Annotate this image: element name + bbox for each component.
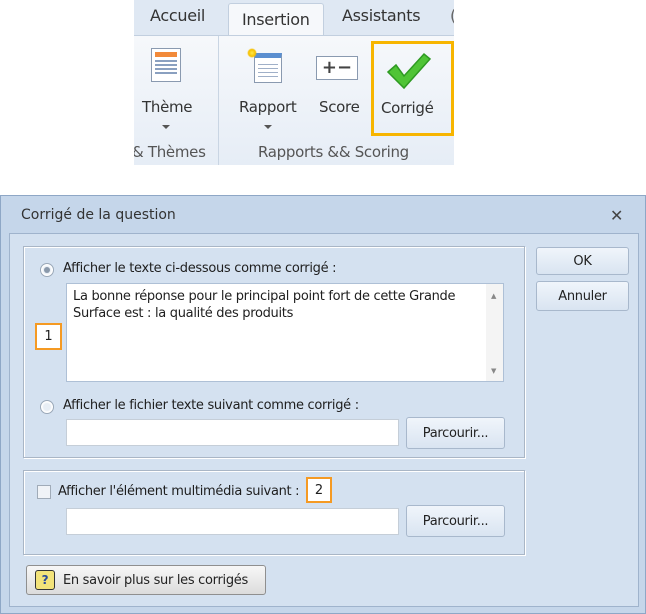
help-button-label: En savoir plus sur les corrigés	[63, 572, 248, 588]
corrige-dialog: Corrigé de la question ✕ Afficher le tex…	[0, 195, 646, 614]
sparkle-icon	[247, 48, 257, 58]
ok-button[interactable]: OK	[536, 247, 629, 275]
score-label: Score	[319, 98, 360, 116]
help-button[interactable]: ? En savoir plus sur les corrigés	[26, 565, 266, 595]
report-icon	[254, 53, 282, 83]
file-path-input[interactable]	[66, 419, 399, 446]
ribbon-body: Thème & Thèmes Rapport +− Score Corrigé …	[134, 35, 454, 165]
tab-assistants[interactable]: Assistants	[342, 6, 421, 25]
callout-badge-1: 1	[35, 323, 62, 350]
ribbon: Accueil Insertion Assistants ( Thème & T…	[134, 0, 454, 165]
browse-file-button[interactable]: Parcourir...	[406, 417, 505, 449]
browse-multimedia-button[interactable]: Parcourir...	[406, 505, 505, 537]
close-icon[interactable]: ✕	[610, 206, 623, 225]
cancel-button[interactable]: Annuler	[536, 281, 629, 311]
multimedia-path-input[interactable]	[66, 508, 399, 535]
multimedia-group: Afficher l'élément multimédia suivant : …	[23, 470, 525, 555]
radio-file-answer[interactable]	[40, 400, 54, 414]
group-label-themes: & Thèmes	[134, 143, 206, 161]
help-icon: ?	[35, 570, 55, 590]
chevron-down-icon	[264, 125, 272, 129]
plus-minus-icon: +−	[316, 56, 358, 80]
checkmark-icon	[386, 52, 432, 90]
rapport-label: Rapport	[239, 98, 297, 116]
dialog-title: Corrigé de la question	[21, 207, 176, 223]
answer-text: La bonne réponse pour le principal point…	[73, 289, 456, 321]
scroll-up-icon[interactable]: ▲	[491, 292, 496, 300]
radio-text-answer[interactable]	[40, 263, 54, 277]
corrige-button[interactable]: Corrigé	[371, 41, 454, 136]
tab-insertion[interactable]: Insertion	[228, 3, 324, 36]
dialog-body: Afficher le texte ci-dessous comme corri…	[9, 233, 639, 607]
group-label-rapports: Rapports && Scoring	[258, 143, 409, 161]
radio-text-answer-label: Afficher le texte ci-dessous comme corri…	[63, 261, 337, 276]
scroll-down-icon[interactable]: ▼	[491, 367, 496, 375]
multimedia-label: Afficher l'élément multimédia suivant :	[58, 484, 300, 499]
corrige-label: Corrigé	[381, 99, 434, 117]
radio-file-answer-label: Afficher le fichier texte suivant comme …	[63, 398, 359, 413]
tab-accueil[interactable]: Accueil	[150, 6, 205, 25]
answer-textarea[interactable]: La bonne réponse pour le principal point…	[66, 283, 504, 382]
chevron-down-icon	[162, 125, 170, 129]
theme-label: Thème	[142, 98, 193, 116]
theme-icon	[151, 48, 181, 82]
multimedia-checkbox[interactable]	[37, 485, 51, 499]
scrollbar[interactable]: ▲ ▼	[486, 284, 503, 381]
callout-badge-2: 2	[306, 477, 332, 503]
text-answer-group: Afficher le texte ci-dessous comme corri…	[23, 246, 525, 458]
